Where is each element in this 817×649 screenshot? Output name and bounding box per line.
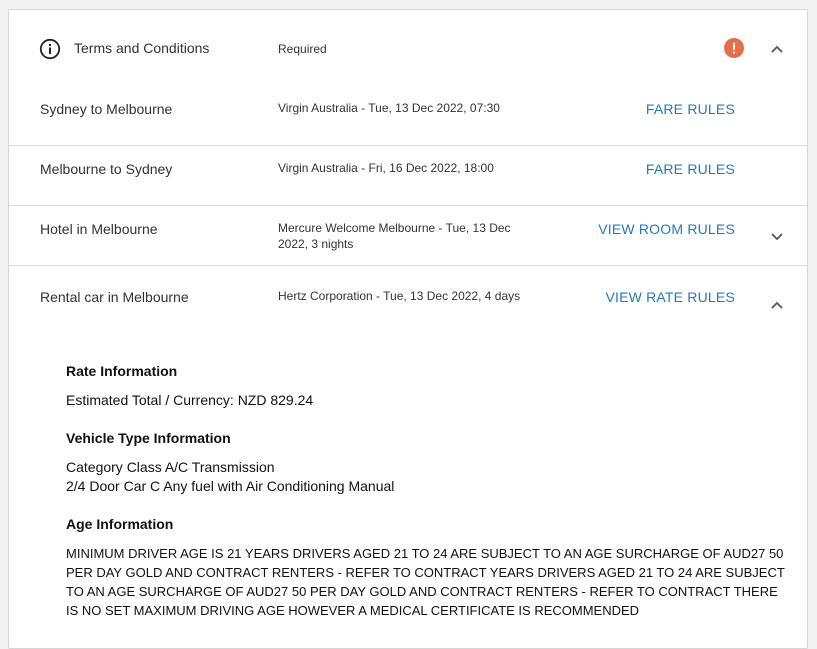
vehicle-type-heading: Vehicle Type Information [66, 430, 231, 446]
age-information-heading: Age Information [66, 516, 174, 532]
list-item-rental-car: Rental car in Melbourne Hertz Corporatio… [9, 266, 807, 346]
row-detail: Virgin Australia - Tue, 13 Dec 2022, 07:… [278, 101, 500, 115]
info-circle-icon [39, 38, 61, 60]
list-item-flight-outbound: Sydney to Melbourne Virgin Australia - T… [9, 86, 807, 146]
chevron-down-icon[interactable] [770, 230, 784, 244]
chevron-up-icon[interactable] [770, 298, 784, 312]
row-detail: Virgin Australia - Fri, 16 Dec 2022, 18:… [278, 161, 494, 175]
fare-rules-link[interactable]: FARE RULES [646, 101, 735, 117]
age-information-text: MINIMUM DRIVER AGE IS 21 YEARS DRIVERS A… [66, 546, 785, 618]
list-item-hotel: Hotel in Melbourne Mercure Welcome Melbo… [9, 206, 807, 266]
chevron-up-icon[interactable] [770, 42, 784, 56]
rate-information-text: Estimated Total / Currency: NZD 829.24 [66, 392, 314, 408]
required-status: Required [278, 42, 327, 56]
fare-rules-link[interactable]: FARE RULES [646, 161, 735, 177]
rate-information-heading: Rate Information [66, 363, 178, 379]
view-rate-rules-link[interactable]: VIEW RATE RULES [605, 289, 735, 305]
terms-panel: Terms and Conditions Required Sydney to … [8, 9, 808, 649]
vehicle-type-line: Category Class A/C Transmission [66, 459, 275, 475]
terms-header[interactable]: Terms and Conditions Required [9, 10, 807, 86]
row-detail: Hertz Corporation - Tue, 13 Dec 2022, 4 … [278, 289, 521, 303]
row-label: Sydney to Melbourne [40, 101, 173, 117]
rate-rules-content: Rate Information Estimated Total / Curre… [66, 363, 786, 640]
row-label: Rental car in Melbourne [40, 289, 189, 305]
row-detail: Mercure Welcome Melbourne - Tue, 13 Dec … [278, 221, 511, 251]
row-label: Hotel in Melbourne [40, 221, 158, 237]
view-room-rules-link[interactable]: VIEW ROOM RULES [598, 221, 735, 237]
row-label: Melbourne to Sydney [40, 161, 173, 177]
exclamation-circle-icon [724, 38, 744, 58]
terms-title: Terms and Conditions [74, 40, 210, 56]
vehicle-type-text: Category Class A/C Transmission 2/4 Door … [66, 458, 786, 496]
list-item-flight-return: Melbourne to Sydney Virgin Australia - F… [9, 146, 807, 206]
vehicle-type-line: 2/4 Door Car C Any fuel with Air Conditi… [66, 478, 395, 494]
